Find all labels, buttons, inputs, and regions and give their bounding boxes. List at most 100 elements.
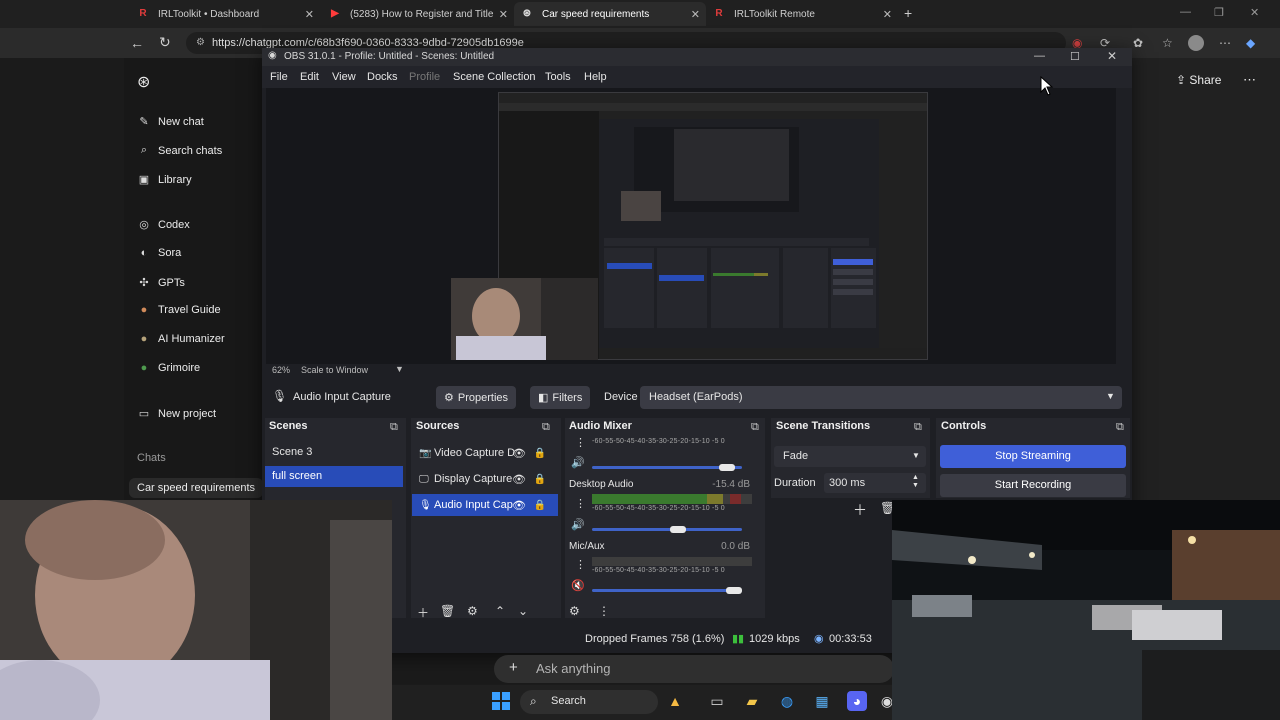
fader-knob[interactable] [719,464,736,471]
lock-icon[interactable]: 🔒 [534,474,546,485]
undock-icon[interactable]: ⧉ [542,421,550,434]
sidebar-item-gpts[interactable]: ✣ GPTs [137,276,185,290]
browser-close-icon[interactable]: ✕ [1250,6,1259,19]
browser-menu-icon[interactable]: ⋯ [1219,36,1231,50]
close-tab-icon[interactable]: ✕ [883,8,892,21]
visibility-eye-icon[interactable]: 👁 [512,447,526,460]
filters-button[interactable]: ◧ Filters [530,386,591,409]
copilot-icon[interactable]: ◆ [1246,36,1255,50]
tab-irltoolkit-remote[interactable]: R IRLToolkit Remote ✕ [706,2,898,26]
tab-car-speed[interactable]: ⊛ Car speed requirements ✕ [514,2,706,26]
chevron-down-icon[interactable]: ▼ [395,364,404,374]
menu-scene-collection[interactable]: Scene Collection [453,71,536,83]
visibility-eye-icon[interactable]: 👁 [512,473,526,486]
speaker-icon[interactable]: 🔊 [571,456,585,469]
task-view-icon[interactable]: ▭ [707,691,727,711]
add-transition-icon[interactable]: ＋ [853,500,867,520]
source-item-selected[interactable]: 🎙 Audio Input Cap 👁 🔒 [412,494,558,516]
lock-icon[interactable]: 🔒 [534,448,546,459]
more-options-icon[interactable]: ⋯ [1243,72,1256,88]
chat-history-item[interactable]: Car speed requirements [129,478,263,498]
source-item[interactable]: 📷 Video Capture D 👁 🔒 [412,442,558,464]
close-tab-icon[interactable]: ✕ [305,8,314,21]
tab-irltoolkit-dashboard[interactable]: R IRLToolkit • Dashboard ✕ [130,2,320,26]
close-tab-icon[interactable]: ✕ [691,8,700,21]
fader-knob[interactable] [669,526,686,533]
menu-file[interactable]: File [270,71,288,83]
store-icon[interactable]: ▦ [812,691,832,711]
close-tab-icon[interactable]: ✕ [499,8,508,21]
sidebar-item-travel-guide[interactable]: ● Travel Guide [137,304,221,316]
add-attachment-icon[interactable]: + [509,659,518,676]
edge-icon[interactable]: ◍ [777,691,797,711]
sidebar-item-new-project[interactable]: ▭ New project [137,407,216,421]
undock-icon[interactable]: ⧉ [390,421,398,434]
move-down-icon[interactable]: ⌄ [518,604,528,618]
chevron-down-icon[interactable]: ▼ [1106,391,1115,401]
site-info-icon[interactable]: ⚙ [196,37,205,48]
extension-icon[interactable]: ✿ [1133,36,1143,50]
copilot-app-icon[interactable]: ▲ [665,691,685,711]
scene-item-selected[interactable]: full screen [265,466,403,487]
menu-help[interactable]: Help [584,71,607,83]
zoom-mode-select[interactable]: Scale to Window [301,365,368,375]
fader-knob[interactable] [726,587,742,594]
chevron-down-icon[interactable]: ▼ [912,451,920,460]
add-scene-icon[interactable]: ＋ [417,604,429,621]
sidebar-item-sora[interactable]: ◐ Sora [137,247,182,259]
back-arrow-icon[interactable]: ← [130,35,144,51]
mixer-menu-icon[interactable]: ⋮ [598,604,610,618]
windows-start-icon[interactable] [492,692,510,710]
advanced-audio-gear-icon[interactable]: ⚙ [569,604,580,618]
obs-maximize-icon[interactable]: ☐ [1070,50,1080,63]
undock-icon[interactable]: ⧉ [914,421,922,434]
discord-icon[interactable]: ◕ [847,691,867,711]
browser-minimize-icon[interactable]: — [1180,6,1191,18]
browser-restore-icon[interactable]: ❐ [1214,6,1224,19]
stop-streaming-button[interactable]: Stop Streaming [940,445,1126,468]
menu-view[interactable]: View [332,71,356,83]
favorites-icon[interactable]: ☆ [1162,36,1173,50]
reload-icon[interactable]: ↻ [159,34,171,51]
start-recording-button[interactable]: Start Recording [940,474,1126,497]
menu-docks[interactable]: Docks [367,71,398,83]
speaker-icon[interactable]: 🔊 [571,518,585,531]
duration-spinner-icon[interactable]: ▲ ▼ [912,474,919,490]
chatgpt-logo-icon[interactable]: ⊛ [137,72,150,92]
remove-source-icon[interactable]: 🗑 [440,604,455,618]
undock-icon[interactable]: ⧉ [751,421,759,434]
menu-edit[interactable]: Edit [300,71,319,83]
channel-menu-icon[interactable]: ⋮ [575,497,586,510]
menu-tools[interactable]: Tools [545,71,571,83]
sidebar-item-library[interactable]: ▣ Library [137,173,192,187]
source-properties-gear-icon[interactable]: ⚙ [467,604,478,618]
volume-fader[interactable] [592,589,742,592]
channel-menu-icon[interactable]: ⋮ [575,436,586,449]
menu-profile[interactable]: Profile [409,71,440,83]
chat-input-placeholder[interactable]: Ask anything [536,661,610,676]
sidebar-item-grimoire[interactable]: ● Grimoire [137,362,201,374]
volume-fader[interactable] [592,528,742,531]
obs-close-icon[interactable]: ✕ [1107,49,1117,63]
taskbar-search[interactable] [520,690,658,714]
share-button[interactable]: ⇪ Share [1176,73,1221,87]
channel-menu-icon[interactable]: ⋮ [575,558,586,571]
sidebar-item-search-chats[interactable]: ⌕ Search chats [137,144,222,157]
properties-button[interactable]: ⚙ Properties [436,386,517,409]
source-item[interactable]: 🖵 Display Capture 👁 🔒 [412,468,558,490]
tab-youtube[interactable]: ▶ (5283) How to Register and Title ✕ [322,2,514,26]
scene-item[interactable]: Scene 3 [265,442,403,463]
visibility-eye-icon[interactable]: 👁 [512,499,526,512]
lock-icon[interactable]: 🔒 [534,500,546,511]
sidebar-item-codex[interactable]: ◎ Codex [137,218,190,232]
file-explorer-icon[interactable]: ▰ [742,691,762,711]
irltoolkit-icon: R [139,8,147,19]
sidebar-item-ai-humanizer[interactable]: ● AI Humanizer [137,333,225,345]
profile-avatar[interactable] [1188,35,1204,51]
muted-speaker-icon[interactable]: 🔇 [571,579,585,592]
undock-icon[interactable]: ⧉ [1116,421,1124,434]
move-up-icon[interactable]: ⌃ [495,604,505,618]
obs-minimize-icon[interactable]: — [1034,50,1045,62]
new-tab-icon[interactable]: + [904,5,912,21]
sidebar-item-new-chat[interactable]: ✎ New chat [137,115,203,129]
